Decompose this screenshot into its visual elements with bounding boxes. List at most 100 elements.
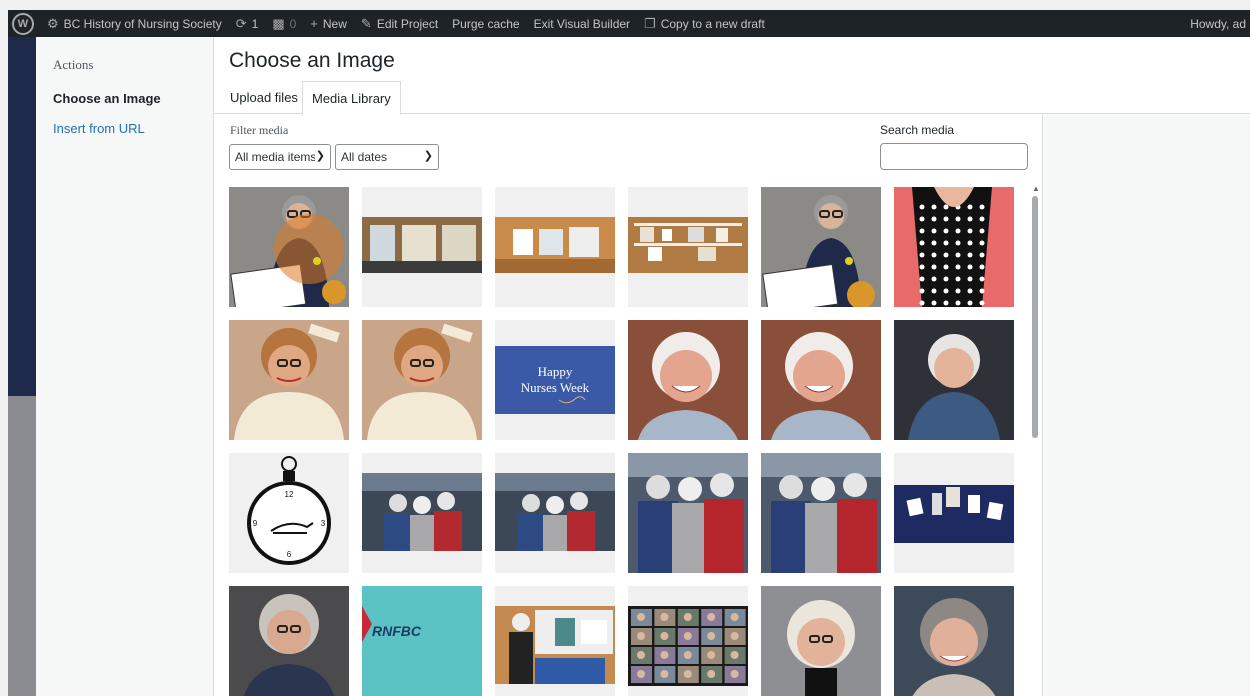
svg-text:9: 9	[253, 519, 258, 528]
pencil-icon: ✎	[360, 15, 372, 31]
media-thumbnail-group-of-three-wide[interactable]	[495, 453, 615, 573]
thumbnail-image	[628, 586, 748, 696]
updates-icon: ⟳	[235, 15, 247, 31]
media-thumbnail-white-hair-woman[interactable]	[761, 586, 881, 696]
exit-visual-builder-link[interactable]: Exit Visual Builder	[527, 10, 638, 37]
thumbnail-image	[229, 187, 349, 307]
svg-text:6: 6	[287, 550, 292, 559]
filter-media-label: Filter media	[230, 123, 289, 137]
thumbnail-image	[495, 586, 615, 696]
media-thumbnail-display-case-shelves[interactable]	[628, 187, 748, 307]
thumbnail-image: RNFBC	[362, 586, 482, 696]
menu-item-insert-from-url[interactable]: Insert from URL	[53, 121, 145, 136]
thumbnail-image	[229, 586, 349, 696]
thumbnail-image	[894, 586, 1014, 696]
site-name-link[interactable]: ⚙ BC History of Nursing Society	[40, 10, 229, 37]
thumbnail-image	[495, 187, 615, 307]
media-thumbnail-group-of-three[interactable]	[761, 453, 881, 573]
media-thumbnail-gray-hair-woman[interactable]	[894, 586, 1014, 696]
media-thumbnail-vintage-nurse-portrait[interactable]	[362, 320, 482, 440]
media-thumbnail-display-case-wide[interactable]	[362, 187, 482, 307]
media-thumbnail-pocket-watch-lamp-logo[interactable]: 12 3 6 9	[229, 453, 349, 573]
date-filter-value: All dates	[341, 150, 388, 164]
media-thumbnail-display-case-orange[interactable]	[495, 187, 615, 307]
menu-heading: Actions	[53, 57, 94, 72]
media-thumbnail-award-portrait[interactable]	[761, 187, 881, 307]
svg-text:Happy: Happy	[538, 364, 573, 379]
purge-cache-label: Purge cache	[452, 16, 520, 31]
new-content-link[interactable]: + New	[303, 10, 354, 37]
chevron-down-icon: ❯	[315, 150, 325, 162]
media-type-filter[interactable]: All media items ❯	[229, 144, 331, 170]
media-thumbnail-smiling-woman[interactable]	[761, 320, 881, 440]
attachments-grid: Happy Nurses Week 12 3 6 9 RNFBC	[229, 187, 1029, 696]
exit-visual-builder-label: Exit Visual Builder	[533, 16, 631, 31]
thumbnail-image	[628, 187, 748, 307]
media-thumbnail-exhibit-booth[interactable]	[495, 586, 615, 696]
site-name-label: BC History of Nursing Society	[63, 16, 222, 31]
scroll-thumb[interactable]	[1032, 196, 1038, 438]
plus-icon: +	[310, 16, 318, 31]
page-background-strip-lower	[8, 396, 36, 696]
svg-text:RNFBC: RNFBC	[372, 623, 422, 639]
thumbnail-image	[362, 187, 482, 307]
chevron-down-icon: ❯	[423, 150, 433, 162]
thumbnail-image	[229, 320, 349, 440]
modal-title: Choose an Image	[229, 49, 395, 72]
dashboard-icon: ⚙	[47, 15, 59, 31]
purge-cache-link[interactable]: Purge cache	[445, 10, 526, 37]
thumbnail-image	[362, 320, 482, 440]
tab-media-library[interactable]: Media Library	[302, 81, 401, 115]
media-thumbnail-award-portrait-selected[interactable]	[229, 187, 349, 307]
comments-count: 0	[289, 16, 297, 31]
media-modal: Actions Choose an Image Insert from URL …	[36, 37, 1250, 696]
thumbnail-image	[894, 320, 1014, 440]
scroll-up-arrow-icon[interactable]: ▲	[1032, 184, 1040, 193]
thumbnail-image	[362, 453, 482, 573]
media-thumbnail-rnfbc-banner[interactable]: RNFBC	[362, 586, 482, 696]
media-thumbnail-smiling-woman[interactable]	[628, 320, 748, 440]
search-input[interactable]	[880, 143, 1028, 170]
media-thumbnail-video-call-grid[interactable]	[628, 586, 748, 696]
thumbnail-image	[628, 453, 748, 573]
copy-icon: ❐	[644, 15, 656, 31]
comments-link[interactable]: ▩ 0	[265, 10, 303, 37]
thumbnail-image	[761, 320, 881, 440]
copy-draft-link[interactable]: ❐ Copy to a new draft	[637, 10, 772, 37]
thumbnail-image	[761, 453, 881, 573]
new-label: New	[322, 16, 347, 31]
media-thumbnail-group-of-three[interactable]	[628, 453, 748, 573]
copy-draft-label: Copy to a new draft	[660, 16, 765, 31]
media-thumbnail-polka-dot-woman[interactable]	[894, 187, 1014, 307]
page-background-strip	[8, 37, 36, 396]
howdy-label: Howdy, ad	[1190, 16, 1246, 31]
thumbnail-image	[761, 586, 881, 696]
media-thumbnail-older-woman-portrait[interactable]	[229, 586, 349, 696]
media-thumbnail-happy-nurses-week-card[interactable]: Happy Nurses Week	[495, 320, 615, 440]
media-thumbnail-group-of-three-wide[interactable]	[362, 453, 482, 573]
edit-project-link[interactable]: ✎ Edit Project	[354, 10, 445, 37]
thumbnail-image	[495, 453, 615, 573]
updates-count: 1	[251, 16, 259, 31]
edit-project-label: Edit Project	[376, 16, 439, 31]
menu-item-choose-image[interactable]: Choose an Image	[53, 91, 161, 106]
media-type-filter-value: All media items	[235, 150, 315, 164]
updates-link[interactable]: ⟳ 1	[229, 10, 266, 37]
svg-text:3: 3	[321, 519, 326, 528]
thumbnail-image	[628, 320, 748, 440]
search-media-label: Search media	[880, 123, 955, 137]
tab-upload-files[interactable]: Upload files	[221, 81, 307, 114]
wordpress-logo-icon[interactable]: W	[12, 12, 34, 35]
media-thumbnail-artifact-display-blue[interactable]	[894, 453, 1014, 573]
thumbnail-image	[761, 187, 881, 307]
media-thumbnail-woman-portrait-gray[interactable]	[894, 320, 1014, 440]
svg-text:12: 12	[285, 490, 294, 499]
attachments-browser: Filter media All media items ❯ All dates…	[214, 114, 1043, 696]
thumbnail-image	[894, 453, 1014, 573]
media-thumbnail-vintage-nurse-portrait[interactable]	[229, 320, 349, 440]
thumbnail-image: Happy Nurses Week	[495, 320, 615, 440]
scrollbar[interactable]: ▲	[1030, 184, 1040, 696]
date-filter[interactable]: All dates ❯	[335, 144, 439, 170]
comment-icon: ▩	[272, 15, 285, 31]
account-link[interactable]: Howdy, ad	[1183, 10, 1250, 37]
